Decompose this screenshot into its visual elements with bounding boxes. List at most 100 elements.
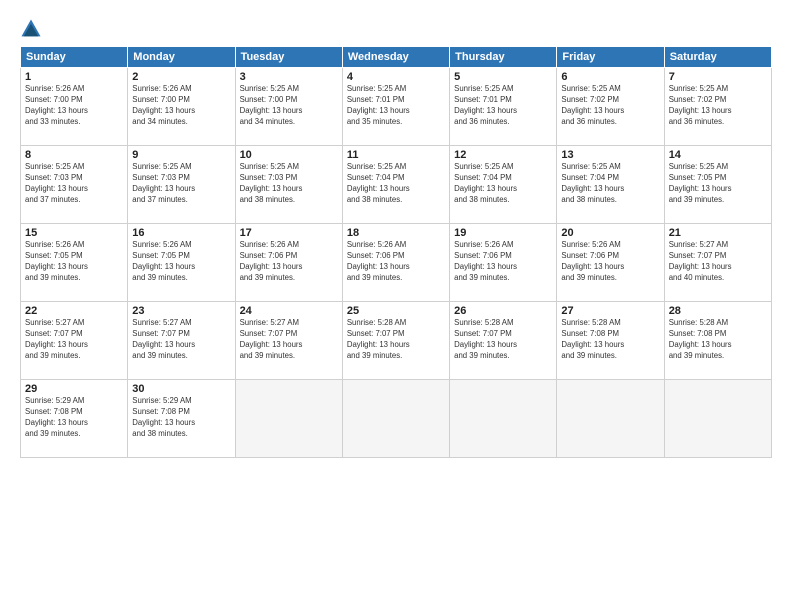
day-number: 9	[132, 149, 230, 161]
day-number: 2	[132, 71, 230, 83]
day-info: Sunrise: 5:28 AM Sunset: 7:08 PM Dayligh…	[669, 318, 767, 362]
calendar-day-10: 10Sunrise: 5:25 AM Sunset: 7:03 PM Dayli…	[235, 146, 342, 224]
day-info: Sunrise: 5:25 AM Sunset: 7:01 PM Dayligh…	[454, 84, 552, 128]
day-info: Sunrise: 5:26 AM Sunset: 7:06 PM Dayligh…	[347, 240, 445, 284]
calendar-day-11: 11Sunrise: 5:25 AM Sunset: 7:04 PM Dayli…	[342, 146, 449, 224]
calendar-day-1: 1Sunrise: 5:26 AM Sunset: 7:00 PM Daylig…	[21, 68, 128, 146]
day-number: 26	[454, 305, 552, 317]
calendar-day-25: 25Sunrise: 5:28 AM Sunset: 7:07 PM Dayli…	[342, 302, 449, 380]
day-info: Sunrise: 5:25 AM Sunset: 7:04 PM Dayligh…	[454, 162, 552, 206]
calendar-week-4: 22Sunrise: 5:27 AM Sunset: 7:07 PM Dayli…	[21, 302, 772, 380]
calendar-day-13: 13Sunrise: 5:25 AM Sunset: 7:04 PM Dayli…	[557, 146, 664, 224]
day-number: 18	[347, 227, 445, 239]
calendar-day-27: 27Sunrise: 5:28 AM Sunset: 7:08 PM Dayli…	[557, 302, 664, 380]
day-number: 7	[669, 71, 767, 83]
calendar-week-3: 15Sunrise: 5:26 AM Sunset: 7:05 PM Dayli…	[21, 224, 772, 302]
logo	[20, 18, 46, 40]
day-info: Sunrise: 5:25 AM Sunset: 7:03 PM Dayligh…	[25, 162, 123, 206]
col-header-sunday: Sunday	[21, 47, 128, 68]
calendar-day-21: 21Sunrise: 5:27 AM Sunset: 7:07 PM Dayli…	[664, 224, 771, 302]
calendar-day-5: 5Sunrise: 5:25 AM Sunset: 7:01 PM Daylig…	[450, 68, 557, 146]
day-number: 19	[454, 227, 552, 239]
day-info: Sunrise: 5:26 AM Sunset: 7:05 PM Dayligh…	[25, 240, 123, 284]
col-header-wednesday: Wednesday	[342, 47, 449, 68]
calendar-day-2: 2Sunrise: 5:26 AM Sunset: 7:00 PM Daylig…	[128, 68, 235, 146]
day-number: 13	[561, 149, 659, 161]
col-header-saturday: Saturday	[664, 47, 771, 68]
day-number: 1	[25, 71, 123, 83]
day-number: 14	[669, 149, 767, 161]
day-info: Sunrise: 5:26 AM Sunset: 7:00 PM Dayligh…	[25, 84, 123, 128]
day-info: Sunrise: 5:25 AM Sunset: 7:05 PM Dayligh…	[669, 162, 767, 206]
day-number: 6	[561, 71, 659, 83]
calendar-day-8: 8Sunrise: 5:25 AM Sunset: 7:03 PM Daylig…	[21, 146, 128, 224]
day-info: Sunrise: 5:25 AM Sunset: 7:00 PM Dayligh…	[240, 84, 338, 128]
calendar-day-22: 22Sunrise: 5:27 AM Sunset: 7:07 PM Dayli…	[21, 302, 128, 380]
calendar-day-empty	[235, 380, 342, 458]
calendar-week-1: 1Sunrise: 5:26 AM Sunset: 7:00 PM Daylig…	[21, 68, 772, 146]
day-info: Sunrise: 5:25 AM Sunset: 7:02 PM Dayligh…	[669, 84, 767, 128]
day-info: Sunrise: 5:26 AM Sunset: 7:06 PM Dayligh…	[454, 240, 552, 284]
day-info: Sunrise: 5:25 AM Sunset: 7:04 PM Dayligh…	[561, 162, 659, 206]
day-number: 28	[669, 305, 767, 317]
day-number: 8	[25, 149, 123, 161]
day-info: Sunrise: 5:29 AM Sunset: 7:08 PM Dayligh…	[132, 396, 230, 440]
calendar-day-7: 7Sunrise: 5:25 AM Sunset: 7:02 PM Daylig…	[664, 68, 771, 146]
day-info: Sunrise: 5:25 AM Sunset: 7:03 PM Dayligh…	[240, 162, 338, 206]
day-number: 12	[454, 149, 552, 161]
calendar-week-2: 8Sunrise: 5:25 AM Sunset: 7:03 PM Daylig…	[21, 146, 772, 224]
day-number: 4	[347, 71, 445, 83]
day-info: Sunrise: 5:28 AM Sunset: 7:08 PM Dayligh…	[561, 318, 659, 362]
calendar-day-30: 30Sunrise: 5:29 AM Sunset: 7:08 PM Dayli…	[128, 380, 235, 458]
logo-icon	[20, 18, 42, 40]
col-header-friday: Friday	[557, 47, 664, 68]
day-number: 17	[240, 227, 338, 239]
day-number: 11	[347, 149, 445, 161]
calendar-table: SundayMondayTuesdayWednesdayThursdayFrid…	[20, 46, 772, 458]
col-header-tuesday: Tuesday	[235, 47, 342, 68]
day-number: 16	[132, 227, 230, 239]
calendar-day-9: 9Sunrise: 5:25 AM Sunset: 7:03 PM Daylig…	[128, 146, 235, 224]
day-info: Sunrise: 5:25 AM Sunset: 7:01 PM Dayligh…	[347, 84, 445, 128]
day-number: 23	[132, 305, 230, 317]
calendar-day-3: 3Sunrise: 5:25 AM Sunset: 7:00 PM Daylig…	[235, 68, 342, 146]
calendar-day-4: 4Sunrise: 5:25 AM Sunset: 7:01 PM Daylig…	[342, 68, 449, 146]
day-number: 22	[25, 305, 123, 317]
day-info: Sunrise: 5:26 AM Sunset: 7:05 PM Dayligh…	[132, 240, 230, 284]
calendar-day-19: 19Sunrise: 5:26 AM Sunset: 7:06 PM Dayli…	[450, 224, 557, 302]
day-info: Sunrise: 5:25 AM Sunset: 7:02 PM Dayligh…	[561, 84, 659, 128]
day-info: Sunrise: 5:26 AM Sunset: 7:06 PM Dayligh…	[561, 240, 659, 284]
day-number: 29	[25, 383, 123, 395]
day-number: 20	[561, 227, 659, 239]
calendar-day-20: 20Sunrise: 5:26 AM Sunset: 7:06 PM Dayli…	[557, 224, 664, 302]
day-number: 10	[240, 149, 338, 161]
day-number: 5	[454, 71, 552, 83]
calendar-week-5: 29 Sunrise: 5:29 AM Sunset: 7:08 PM Dayli…	[21, 380, 772, 458]
calendar-day-12: 12Sunrise: 5:25 AM Sunset: 7:04 PM Dayli…	[450, 146, 557, 224]
page: SundayMondayTuesdayWednesdayThursdayFrid…	[0, 0, 792, 612]
calendar-day-28: 28Sunrise: 5:28 AM Sunset: 7:08 PM Dayli…	[664, 302, 771, 380]
calendar-day-18: 18Sunrise: 5:26 AM Sunset: 7:06 PM Dayli…	[342, 224, 449, 302]
day-info: Sunrise: 5:27 AM Sunset: 7:07 PM Dayligh…	[132, 318, 230, 362]
calendar-day-24: 24Sunrise: 5:27 AM Sunset: 7:07 PM Dayli…	[235, 302, 342, 380]
calendar-day-23: 23Sunrise: 5:27 AM Sunset: 7:07 PM Dayli…	[128, 302, 235, 380]
day-info: Sunrise: 5:27 AM Sunset: 7:07 PM Dayligh…	[25, 318, 123, 362]
calendar-day-empty	[664, 380, 771, 458]
calendar-day-empty	[450, 380, 557, 458]
day-info: Sunrise: 5:26 AM Sunset: 7:00 PM Dayligh…	[132, 84, 230, 128]
calendar-day-17: 17Sunrise: 5:26 AM Sunset: 7:06 PM Dayli…	[235, 224, 342, 302]
calendar-day-26: 26Sunrise: 5:28 AM Sunset: 7:07 PM Dayli…	[450, 302, 557, 380]
day-number: 24	[240, 305, 338, 317]
day-info: Sunrise: 5:25 AM Sunset: 7:03 PM Dayligh…	[132, 162, 230, 206]
calendar-day-14: 14Sunrise: 5:25 AM Sunset: 7:05 PM Dayli…	[664, 146, 771, 224]
col-header-thursday: Thursday	[450, 47, 557, 68]
day-info: Sunrise: 5:26 AM Sunset: 7:06 PM Dayligh…	[240, 240, 338, 284]
header	[20, 18, 772, 40]
calendar-day-29: 29Sunrise: 5:29 AM Sunset: 7:08 PM Dayli…	[21, 380, 128, 458]
day-number: 30	[132, 383, 230, 395]
calendar-day-16: 16Sunrise: 5:26 AM Sunset: 7:05 PM Dayli…	[128, 224, 235, 302]
calendar-day-15: 15Sunrise: 5:26 AM Sunset: 7:05 PM Dayli…	[21, 224, 128, 302]
day-info: Sunrise: 5:27 AM Sunset: 7:07 PM Dayligh…	[240, 318, 338, 362]
day-number: 15	[25, 227, 123, 239]
calendar-day-empty	[342, 380, 449, 458]
